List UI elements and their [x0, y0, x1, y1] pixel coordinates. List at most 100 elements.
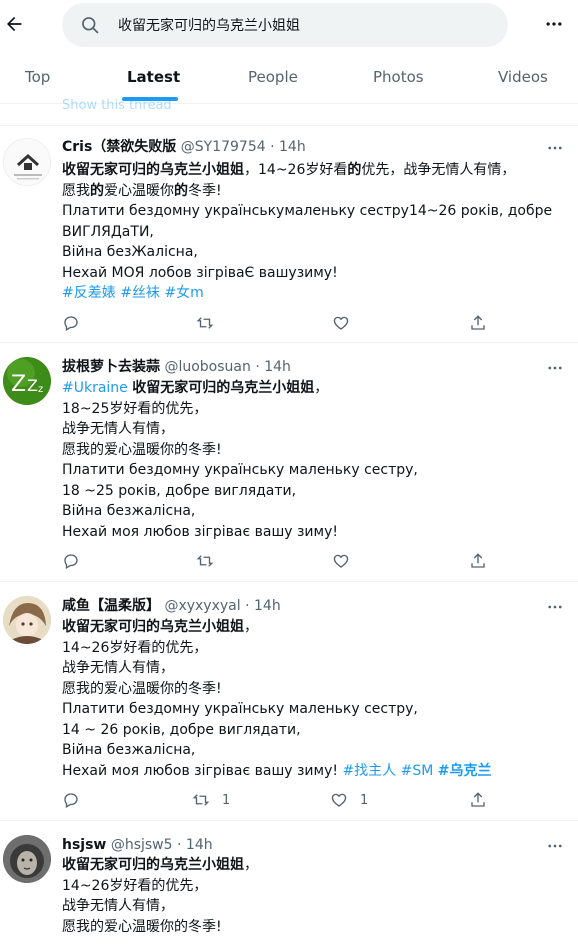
tweet[interactable]: Z Z z 拔根萝卜去装蒜 @luobosuan · 14h #Ukraine … [0, 343, 578, 582]
handle[interactable]: @SY179754 [181, 139, 266, 155]
text-fragment: 爱心温暖你 [104, 182, 174, 199]
like-button[interactable]: 1 [330, 790, 368, 810]
handle[interactable]: @xyxyxyal [164, 598, 240, 614]
hashtag-link[interactable]: #反差婊 [62, 285, 116, 301]
tweet-text: 收留无家可归的乌克兰小姐姐， 14~26岁好看的优先， 战争无情人有情， 愿我的… [62, 617, 562, 781]
avatar[interactable]: Z Z z [3, 357, 51, 405]
tweet[interactable]: Cris（禁欲失败版 @SY179754 · 14h 收留无家可归的乌克兰小姐姐… [0, 126, 578, 343]
text-line: Війна безжалісна, [62, 742, 196, 758]
text-line: #Ukraine 收留无家可归的乌克兰小姐姐， [62, 378, 562, 399]
more-options-button[interactable] [542, 12, 566, 36]
text-line: 14~26岁好看的优先， [62, 639, 208, 656]
text-line: 收留无家可归的乌克兰小姐姐， [62, 617, 562, 638]
handle[interactable]: @hsjsw5 [111, 837, 173, 853]
share-button[interactable] [469, 551, 487, 571]
display-name[interactable]: 拔根萝卜去装蒜 [62, 359, 160, 375]
retweet-button[interactable]: 1 [192, 790, 230, 810]
heart-icon [333, 316, 349, 330]
svg-text:Z: Z [11, 372, 26, 397]
text-line: 收留无家可归的乌克兰小姐姐，14~26岁好看的优先，战争无情人有情， [62, 160, 562, 181]
zzz-avatar-icon: Z Z z [3, 357, 51, 405]
timestamp[interactable]: 14h [254, 598, 281, 614]
retweet-icon [196, 555, 214, 567]
text-fragment: ，14~26岁好看 [244, 162, 348, 178]
text-line: 愿我的爱心温暖你的冬季! [62, 918, 222, 935]
timestamp[interactable]: 14h [279, 139, 306, 155]
hashtag-link[interactable]: #女m [164, 285, 203, 301]
bold-phrase: 的 [90, 182, 104, 199]
text-line: 14 ~ 26 років, добре виглядати, [62, 721, 301, 738]
search-box[interactable] [62, 3, 508, 47]
bold-phrase: 的 [174, 182, 188, 199]
arrow-left-icon [7, 16, 22, 32]
back-button[interactable] [2, 12, 26, 36]
hashtag-link[interactable]: #乌克兰 [438, 763, 492, 779]
tweet[interactable]: hsjsw @hsjsw5 · 14h 收留无家可归的乌克兰小姐姐， 14~26… [0, 821, 578, 944]
retweet-button[interactable] [196, 551, 226, 571]
reply-button[interactable] [62, 790, 92, 810]
display-name[interactable]: hsjsw [62, 837, 106, 853]
tweet-more-button[interactable] [546, 598, 566, 618]
separator-dot: · [245, 598, 250, 614]
previous-tweet-fragment: Show this thread [0, 98, 578, 126]
tweet-more-button[interactable] [546, 837, 566, 857]
retweet-count: 1 [222, 792, 231, 808]
text-line: Платити бездомну українськумаленьку сест… [62, 203, 553, 219]
text-line: ВИГЛЯДаТИ, [62, 223, 154, 240]
tweet-more-button[interactable] [546, 359, 566, 379]
avatar[interactable] [3, 596, 51, 644]
text-line: 愿我的爱心温暖你的冬季! [62, 181, 562, 202]
text-line: Платити бездомну українську маленьку сес… [62, 462, 418, 478]
hashtag-link[interactable]: #丝袜 [120, 285, 160, 301]
more-horizontal-icon [548, 605, 562, 609]
bold-phrase: 的 [347, 162, 362, 178]
heart-icon [331, 793, 347, 807]
show-thread-link[interactable]: Show this thread [62, 98, 172, 113]
search-input[interactable] [118, 13, 488, 37]
tweet-text: #Ukraine 收留无家可归的乌克兰小姐姐， 18~25岁好看的优先， 战争无… [62, 378, 562, 542]
hashtag-link[interactable]: #SM [401, 763, 434, 779]
display-name[interactable]: Cris（禁欲失败版 [62, 139, 176, 155]
retweet-button[interactable] [196, 313, 226, 333]
text-line: Війна безЖалісна, [62, 244, 198, 260]
search-tabs: Top Latest People Photos Videos [0, 52, 578, 104]
timestamp[interactable]: 14h [264, 359, 291, 375]
more-horizontal-icon [548, 844, 562, 848]
text-fragment: 优先，战争无情人有情， [361, 162, 516, 178]
timestamp[interactable]: 14h [186, 837, 213, 853]
reply-button[interactable] [62, 313, 92, 333]
avatar[interactable] [3, 835, 51, 883]
share-button[interactable] [469, 790, 487, 810]
bold-phrase: 收留无家可归的乌克兰小姐姐 [62, 162, 244, 178]
text-line: 18 ~25 років, добре виглядати, [62, 482, 297, 499]
svg-text:z: z [38, 384, 43, 395]
display-name[interactable]: 咸鱼【温柔版】 [62, 598, 160, 614]
like-button[interactable] [332, 313, 362, 333]
reply-icon [64, 793, 78, 808]
share-icon [471, 792, 485, 807]
more-horizontal-icon [546, 22, 562, 26]
tweet[interactable]: 咸鱼【温柔版】 @xyxyxyal · 14h 收留无家可归的乌克兰小姐姐， 1… [0, 582, 578, 821]
share-button[interactable] [469, 313, 487, 333]
tweet-header: 咸鱼【温柔版】 @xyxyxyal · 14h [62, 596, 281, 616]
tweet-text: 收留无家可归的乌克兰小姐姐，14~26岁好看的优先，战争无情人有情， 愿我的爱心… [62, 160, 562, 304]
tab-top[interactable]: Top [25, 52, 50, 104]
tweet-header: hsjsw @hsjsw5 · 14h [62, 835, 213, 855]
text-line: Нехай МОЯ лобов зігріваЄ вашузиму! [62, 264, 338, 281]
bold-phrase: 收留无家可归的乌克兰小姐姐 [132, 380, 315, 396]
text-line: 战争无情人有情， [62, 898, 174, 914]
tweet-more-button[interactable] [546, 139, 566, 159]
avatar[interactable] [3, 138, 51, 186]
like-button[interactable] [332, 551, 362, 571]
text-fragment: ， [314, 380, 329, 396]
hashtag-link[interactable]: #找主人 [342, 763, 396, 779]
text-line: Нехай моя любов зігріває вашу зиму! #找主人… [62, 761, 562, 782]
reply-button[interactable] [62, 551, 92, 571]
hashtag-link[interactable]: #Ukraine [62, 380, 128, 396]
tab-videos[interactable]: Videos [498, 52, 548, 104]
handle[interactable]: @luobosuan [164, 359, 250, 375]
text-fragment: ， [244, 619, 258, 635]
tab-people[interactable]: People [248, 52, 298, 104]
tab-photos[interactable]: Photos [373, 52, 424, 104]
text-fragment: 18~25岁好看 [62, 400, 152, 417]
